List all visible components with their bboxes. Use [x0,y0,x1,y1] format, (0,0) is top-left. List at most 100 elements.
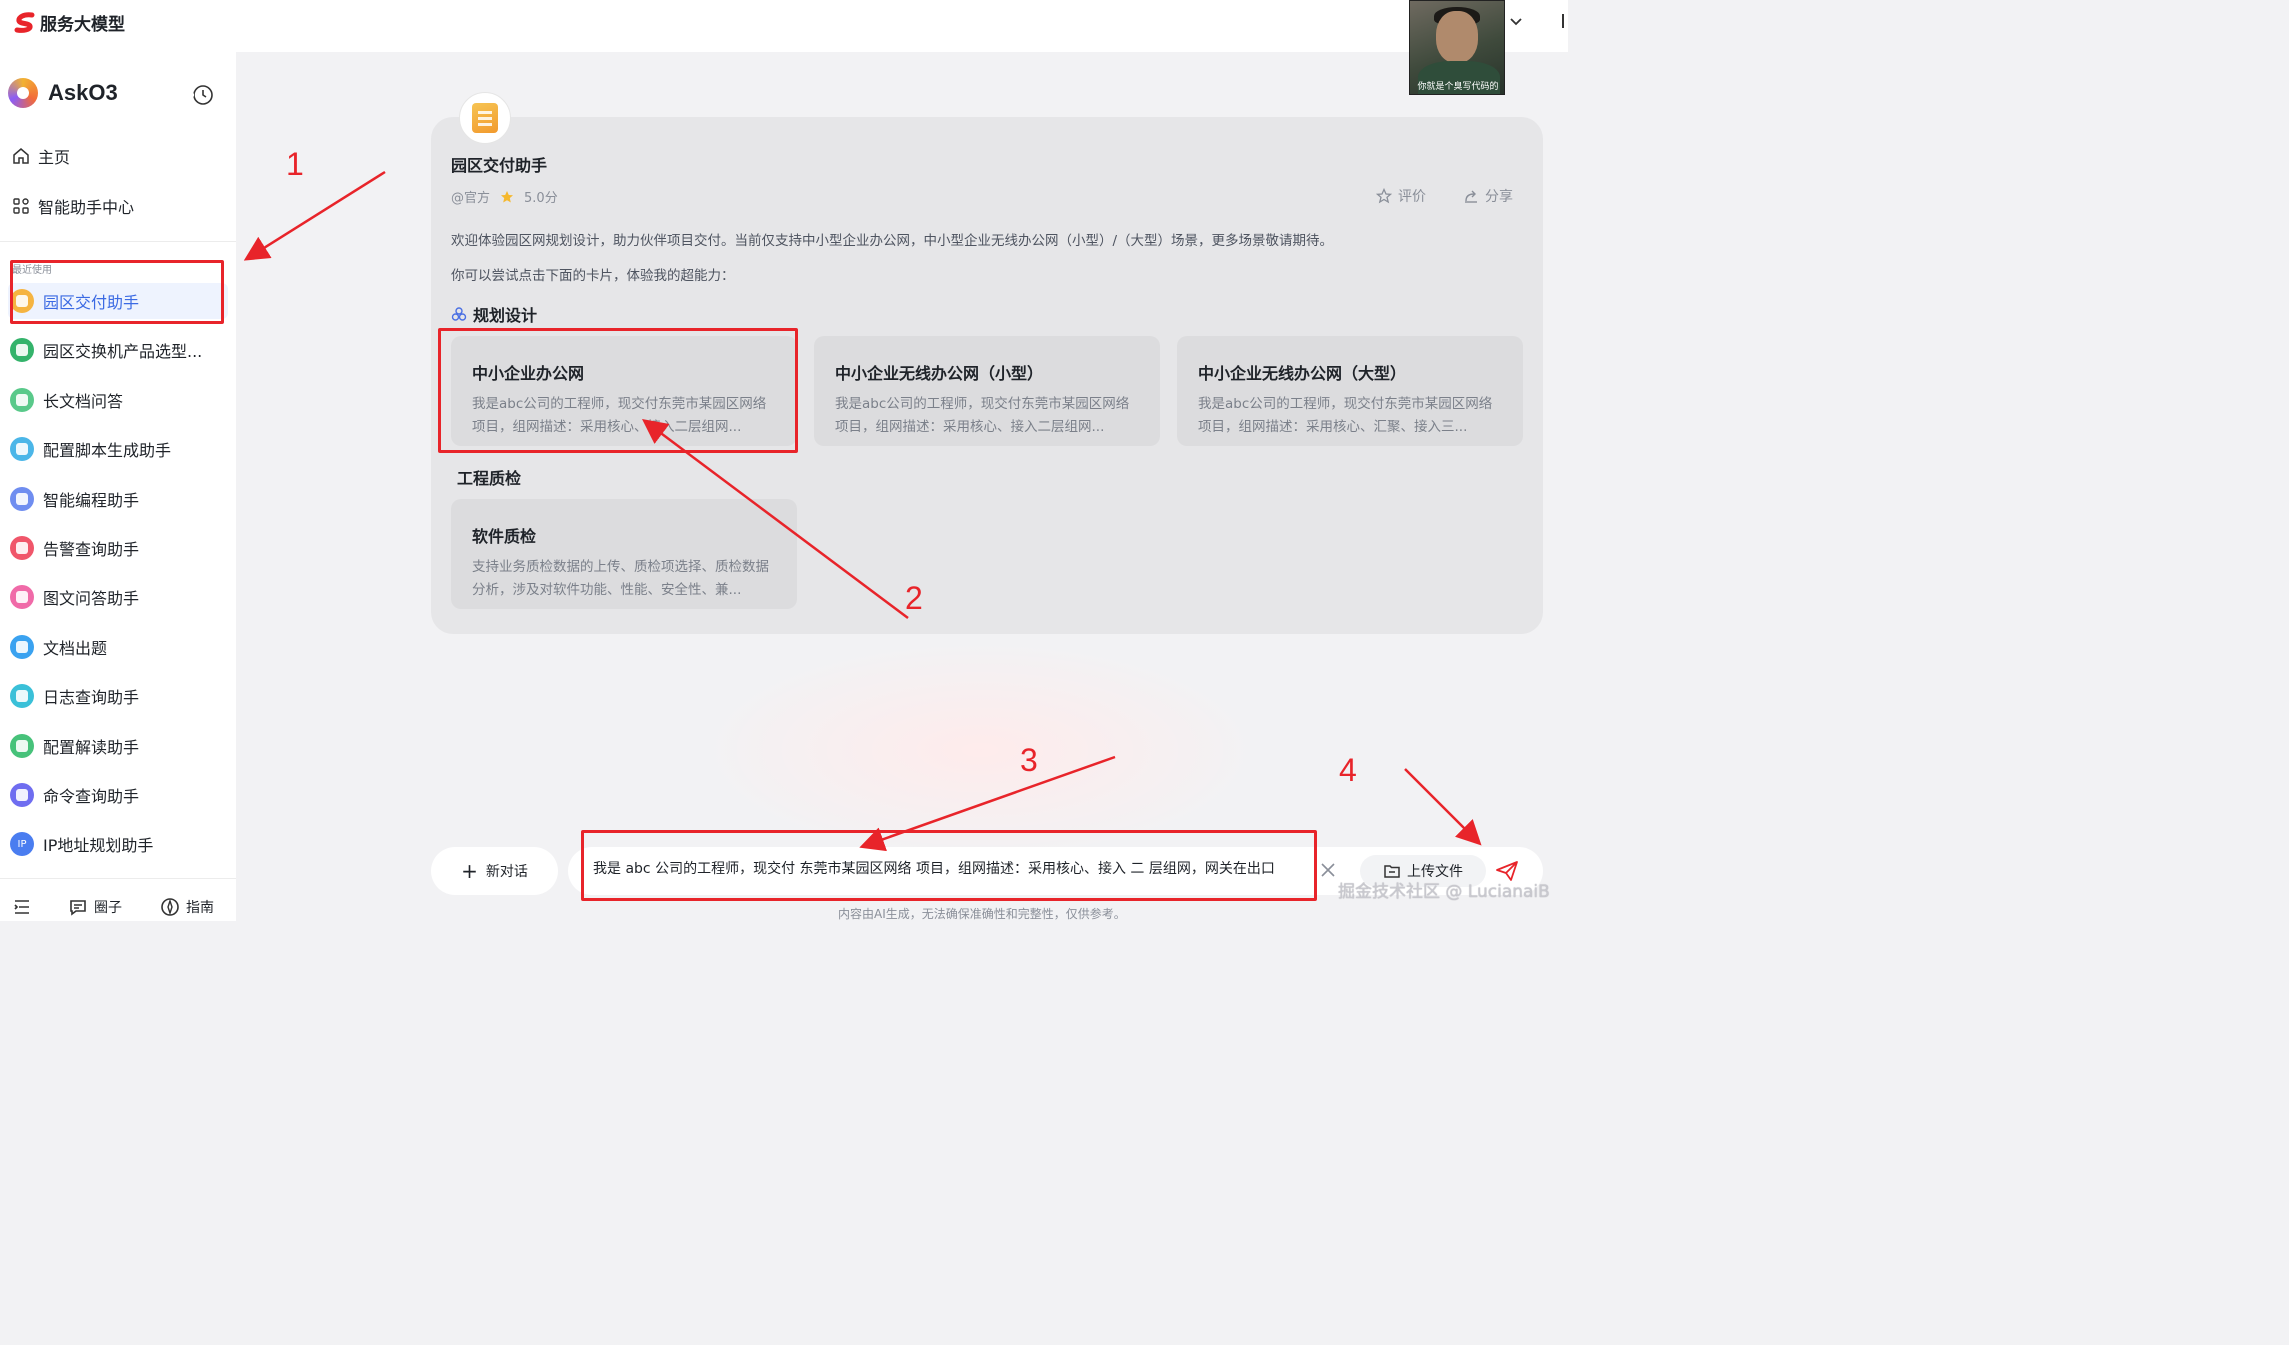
document-icon [472,103,498,133]
sidebar-assistant-label: 配置脚本生成助手 [43,441,172,461]
sidebar-assistant-item[interactable]: 日志查询助手 [8,678,228,714]
sidebar-assistant-label: 文档出题 [43,638,108,658]
nav-item-label: 智能助手中心 [38,198,135,217]
ai-disclaimer: 内容由AI生成，无法确保准确性和完整性，仅供参考。 [838,907,1126,921]
rate-label: 评价 [1398,189,1426,205]
sidebar-assistant-item[interactable]: 文档出题 [8,629,228,665]
annotation-number-2: 2 [905,580,923,616]
sidebar-assistant-item[interactable]: 园区交换机产品选型... [8,332,228,368]
card-title: 中小企业办公网 [472,364,585,383]
sidebar-assistant-label: 图文问答助手 [43,589,140,609]
clear-icon[interactable] [1318,860,1338,880]
annotation-number-3: 3 [1020,742,1038,778]
sidebar-assistant-item[interactable]: 长文档问答 [8,382,228,418]
try-hint: 你可以尝试点击下面的卡片，体验我的超能力： [451,268,735,284]
app-logo-icon [8,78,38,108]
annotation-number-4: 4 [1339,752,1357,788]
nav-item-label: 主页 [38,148,71,167]
sidebar-assistant-label: 长文档问答 [43,391,124,411]
new-chat-button[interactable]: + 新对话 [431,847,558,895]
card-desc: 我是abc公司的工程师，现交付东莞市某园区网络项目，组网描述：采用核心、接入二层… [472,396,767,435]
section-title-label: 规划设计 [473,306,538,325]
sidebar-assistant-item[interactable]: IP IP地址规划助手 [8,826,228,862]
sidebar-assistant-item[interactable]: 告警查询助手 [8,530,228,566]
assistant-source: @官方 [451,191,491,206]
sidebar-assistant-label: 命令查询助手 [43,787,140,806]
section-title-label: 工程质检 [457,469,522,488]
assistant-icon [10,437,34,462]
assistant-icon [10,289,34,313]
nav-item-home[interactable]: 主页 [12,144,70,168]
home-icon [13,148,29,164]
card-title: 中小企业无线办公网（小型） [835,364,1044,383]
brand-logo-icon [14,11,35,33]
share-label: 分享 [1485,189,1513,205]
sidebar-assistant-label: 园区交换机产品选型... [43,342,203,362]
history-icon[interactable] [191,83,215,107]
chat-bubble-icon [70,900,86,916]
sidebar: AskO3 主页 智能助手中心 最近使用 园区交付助手园区交换机产品选型... 长… [0,52,236,921]
sidebar-collapse-button[interactable] [12,897,32,917]
plus-icon: + [461,859,478,883]
example-card-sme-wireless-small[interactable]: 中小企业无线办公网（小型） 我是abc公司的工程师，现交付东莞市某园区网络项目，… [814,336,1160,446]
sidebar-assistant-item[interactable]: 智能编程助手 [8,481,228,517]
sidebar-assistant-label: 园区交付助手 [43,293,140,312]
guide-label: 指南 [186,900,214,916]
chevron-down-icon[interactable] [1508,13,1524,29]
assistant-icon [10,536,34,560]
assistant-name: 园区交付助手 [451,156,548,175]
chat-input[interactable]: 我是 abc 公司的工程师，现交付 东莞市某园区网络 项目，组网描述：采用核心、… [593,858,1305,878]
sidebar-assistant-label: 配置解读助手 [43,737,140,757]
sidebar-assistant-label: 告警查询助手 [43,540,140,559]
example-card-sme-office[interactable]: 中小企业办公网 我是abc公司的工程师，现交付东莞市某园区网络项目，组网描述：采… [451,336,797,446]
assistant-icon [10,338,34,363]
sidebar-assistant-item[interactable]: 配置脚本生成助手 [8,431,228,467]
sidebar-assistant-item[interactable]: 图文问答助手 [8,579,228,615]
assistant-icon [10,486,34,511]
guide-button[interactable]: 指南 [160,897,214,917]
divider [0,241,236,242]
card-desc: 支持业务质检数据的上传、质检项选择、质检数据分析，涉及对软件功能、性能、安全性、… [472,559,769,598]
nav-item-assistant-center[interactable]: 智能助手中心 [12,194,134,218]
assistant-avatar [459,92,511,144]
share-icon [1465,190,1477,203]
webcam-overlay: 你就是个臭写代码的 [1409,0,1505,95]
brand[interactable]: 服务大模型 [14,10,125,35]
assistant-icon [10,733,34,758]
welcome-text: 欢迎体验园区网规划设计，助力伙伴项目交付。当前仅支持中小型企业办公网，中小型企业… [451,233,1334,249]
example-card-sme-wireless-large[interactable]: 中小企业无线办公网（大型） 我是abc公司的工程师，现交付东莞市某园区网络项目，… [1177,336,1523,446]
assistant-icon: IP [10,832,34,857]
sidebar-assistant-item[interactable]: 配置解读助手 [8,728,228,764]
sidebar-assistant-label: 日志查询助手 [43,688,140,708]
circle-label: 圈子 [94,900,122,916]
brand-name: 服务大模型 [40,15,125,35]
assistant-icon [10,684,34,709]
sidebar-assistant-item[interactable]: 园区交付助手 [8,283,228,319]
assistant-icon [10,783,34,807]
rate-button[interactable]: 评价 [1376,186,1426,206]
rate-star-icon [1376,188,1392,204]
circle-button[interactable]: 圈子 [68,897,122,917]
window-edge-mark [1562,14,1564,28]
section-title-planning: 规划设计 [451,302,537,326]
recent-label: 最近使用 [12,265,52,276]
annotation-arrow-4 [1404,768,1482,846]
top-bar: 服务大模型 [0,0,1568,52]
annotation-arrow-1 [243,170,386,261]
webcam-caption: 你就是个臭写代码的 [1417,82,1499,92]
card-title: 软件质检 [472,527,537,546]
share-button[interactable]: 分享 [1463,186,1513,206]
new-chat-label: 新对话 [485,864,528,880]
assistant-score: 5.0分 [524,191,558,206]
sidebar-assistant-item[interactable]: 命令查询助手 [8,777,228,813]
watermark: 掘金技术社区 @ LucianaiB [1338,882,1550,902]
star-icon [501,190,514,202]
card-desc: 我是abc公司的工程师，现交付东莞市某园区网络项目，组网描述：采用核心、接入二层… [835,396,1130,435]
card-desc: 我是abc公司的工程师，现交付东莞市某园区网络项目，组网描述：采用核心、汇聚、接… [1198,396,1493,435]
example-card-software-qc[interactable]: 软件质检 支持业务质检数据的上传、质检项选择、质检数据分析，涉及对软件功能、性能… [451,499,797,609]
assistant-meta: @官方 5.0分 [451,187,558,206]
app-title[interactable]: AskO3 [8,78,118,108]
assistant-icon [10,387,34,412]
sidebar-assistant-label: IP地址规划助手 [43,836,154,856]
assistant-icon [10,634,34,659]
